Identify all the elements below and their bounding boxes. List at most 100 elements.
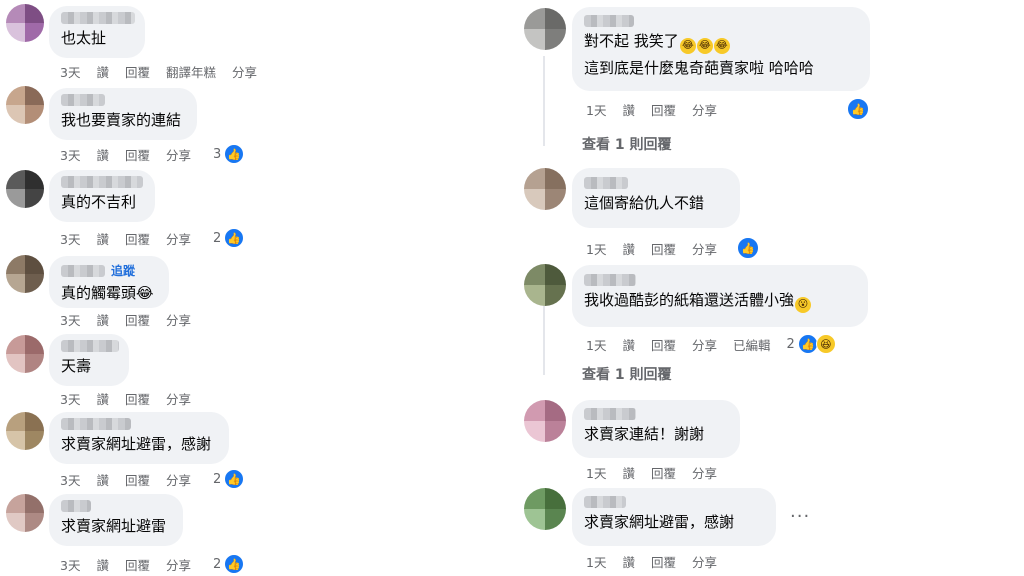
timestamp[interactable]: 3天 xyxy=(60,310,80,329)
share-link[interactable]: 分享 xyxy=(692,552,717,571)
reaction-summary[interactable]: 2 👍 xyxy=(213,228,245,248)
like-link[interactable]: 讚 xyxy=(96,62,109,81)
share-link[interactable]: 分享 xyxy=(232,62,257,81)
reply-link[interactable]: 回覆 xyxy=(125,555,150,574)
thumbs-up-icon: 👍 xyxy=(224,554,245,574)
avatar[interactable] xyxy=(524,488,566,530)
avatar[interactable] xyxy=(6,170,44,208)
avatar[interactable] xyxy=(524,8,566,50)
like-link[interactable]: 讚 xyxy=(622,335,635,354)
timestamp[interactable]: 3天 xyxy=(60,389,80,408)
commenter-name[interactable] xyxy=(584,274,636,286)
reply-link[interactable]: 回覆 xyxy=(125,310,150,329)
commenter-name[interactable] xyxy=(61,418,131,430)
comment-bubble: 求賣家連結！謝謝 xyxy=(572,400,740,458)
timestamp[interactable]: 1天 xyxy=(586,463,606,482)
more-options-icon[interactable]: ··· xyxy=(790,506,810,527)
view-replies-link[interactable]: 查看 1 則回覆 xyxy=(582,364,672,384)
commenter-name[interactable] xyxy=(61,94,105,106)
timestamp[interactable]: 1天 xyxy=(586,239,606,258)
reply-link[interactable]: 回覆 xyxy=(651,100,676,119)
follow-link[interactable]: 追蹤 xyxy=(111,262,135,279)
share-link[interactable]: 分享 xyxy=(166,389,191,408)
share-link[interactable]: 分享 xyxy=(692,100,717,119)
commenter-name[interactable] xyxy=(584,177,628,189)
timestamp[interactable]: 3天 xyxy=(60,470,80,489)
commenter-name[interactable] xyxy=(61,340,119,352)
like-link[interactable]: 讚 xyxy=(96,470,109,489)
share-link[interactable]: 分享 xyxy=(692,335,717,354)
reply-link[interactable]: 回覆 xyxy=(125,62,150,81)
reply-link[interactable]: 回覆 xyxy=(125,470,150,489)
commenter-name[interactable] xyxy=(61,264,105,277)
avatar[interactable] xyxy=(6,4,44,42)
like-link[interactable]: 讚 xyxy=(96,389,109,408)
share-link[interactable]: 分享 xyxy=(166,470,191,489)
share-link[interactable]: 分享 xyxy=(166,145,191,164)
avatar[interactable] xyxy=(6,412,44,450)
share-link[interactable]: 分享 xyxy=(692,463,717,482)
reaction-summary[interactable]: 2 👍 😆 xyxy=(787,334,836,354)
timestamp[interactable]: 3天 xyxy=(60,555,80,574)
avatar[interactable] xyxy=(6,255,44,293)
thumbs-up-icon[interactable]: 👍 xyxy=(847,98,869,120)
comment-text: 我也要賣家的連結 xyxy=(61,111,182,129)
commenter-name[interactable] xyxy=(61,500,91,512)
commenter-name[interactable] xyxy=(584,496,626,508)
comment-bubble: 對不起 我笑了 😂 😂 😂 這到底是什麼鬼奇葩賣家啦 哈哈哈 xyxy=(572,7,870,91)
reply-link[interactable]: 回覆 xyxy=(125,389,150,408)
like-link[interactable]: 讚 xyxy=(96,555,109,574)
commenter-name[interactable] xyxy=(61,176,143,188)
reply-link[interactable]: 回覆 xyxy=(651,239,676,258)
timestamp[interactable]: 3天 xyxy=(60,62,80,81)
share-link[interactable]: 分享 xyxy=(166,310,191,329)
comment-text: 求賣家網址避雷 xyxy=(61,517,167,535)
thumbs-up-icon[interactable]: 👍 xyxy=(737,237,759,259)
share-link[interactable]: 分享 xyxy=(692,239,717,258)
like-link[interactable]: 讚 xyxy=(622,552,635,571)
comment-text: 我收過酷彭的紙箱還送活體小強 😮 xyxy=(584,290,856,313)
like-link[interactable]: 讚 xyxy=(622,239,635,258)
comment-text: 求賣家網址避雷，感謝 xyxy=(61,435,212,453)
share-link[interactable]: 分享 xyxy=(166,229,191,248)
timestamp[interactable]: 1天 xyxy=(586,552,606,571)
reply-link[interactable]: 回覆 xyxy=(651,552,676,571)
commenter-name[interactable] xyxy=(584,408,636,420)
comment-bubble: 也太扯 xyxy=(49,6,145,58)
comment-bubble: 我收過酷彭的紙箱還送活體小強 😮 xyxy=(572,265,868,327)
commenter-name[interactable] xyxy=(61,12,135,24)
reaction-summary[interactable]: 2 👍 xyxy=(213,554,245,574)
like-link[interactable]: 讚 xyxy=(96,310,109,329)
reply-link[interactable]: 回覆 xyxy=(125,145,150,164)
like-link[interactable]: 讚 xyxy=(96,145,109,164)
timestamp[interactable]: 1天 xyxy=(586,335,606,354)
like-link[interactable]: 讚 xyxy=(622,100,635,119)
share-link[interactable]: 分享 xyxy=(166,555,191,574)
like-link[interactable]: 讚 xyxy=(622,463,635,482)
reply-link[interactable]: 回覆 xyxy=(651,335,676,354)
edited-label[interactable]: 已編輯 xyxy=(733,335,771,354)
avatar[interactable] xyxy=(6,335,44,373)
reaction-summary[interactable]: 2 👍 xyxy=(213,469,245,489)
timestamp[interactable]: 3天 xyxy=(60,145,80,164)
avatar[interactable] xyxy=(524,264,566,306)
timestamp[interactable]: 3天 xyxy=(60,229,80,248)
avatar[interactable] xyxy=(524,400,566,442)
avatar[interactable] xyxy=(524,168,566,210)
reaction-summary[interactable]: 3 👍 xyxy=(213,144,245,164)
reaction-count: 2 xyxy=(213,230,222,246)
translate-link[interactable]: 翻譯年糕 xyxy=(166,62,216,81)
reply-link[interactable]: 回覆 xyxy=(125,229,150,248)
reply-link[interactable]: 回覆 xyxy=(651,463,676,482)
avatar[interactable] xyxy=(6,86,44,124)
comment-bubble: 求賣家網址避雷，感謝 xyxy=(49,412,229,464)
commenter-name[interactable] xyxy=(584,15,634,27)
comment-actions: 3天 讚 回覆 分享 xyxy=(60,310,207,329)
comment-actions: 3天 讚 回覆 翻譯年糕 分享 xyxy=(60,62,273,81)
view-replies-link[interactable]: 查看 1 則回覆 xyxy=(582,134,672,154)
laughing-emoji-icon: 😂 xyxy=(713,38,730,54)
avatar[interactable] xyxy=(6,494,44,532)
comment-bubble: 這個寄給仇人不錯 xyxy=(572,168,740,228)
timestamp[interactable]: 1天 xyxy=(586,100,606,119)
like-link[interactable]: 讚 xyxy=(96,229,109,248)
